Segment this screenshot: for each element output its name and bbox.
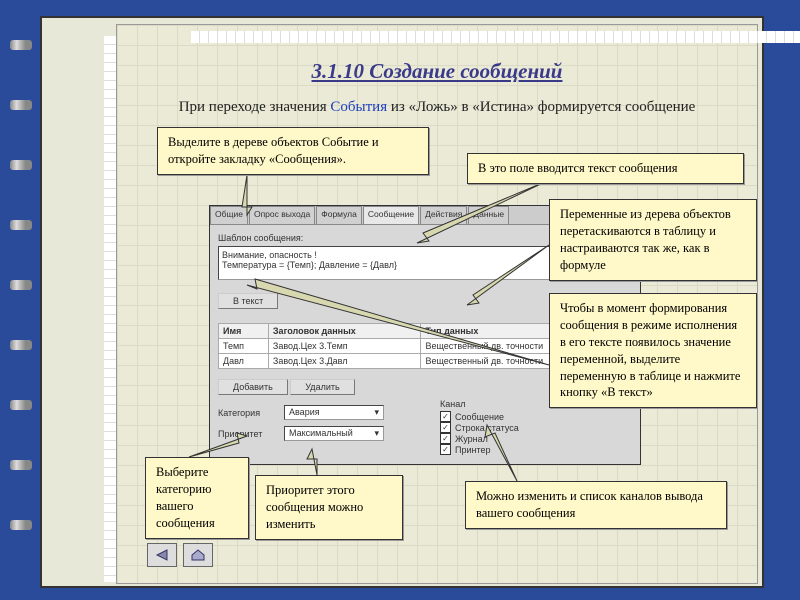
tab-formula[interactable]: Формула	[316, 206, 362, 224]
check-statusbar[interactable]: ✓Строка статуса	[440, 422, 632, 433]
category-label: Категория	[218, 408, 278, 418]
callout-message-field: В это поле вводится текст сообщения	[467, 153, 744, 184]
check-printer[interactable]: ✓Принтер	[440, 444, 632, 455]
tab-poll[interactable]: Опрос выхода	[249, 206, 315, 224]
nav-home-button[interactable]	[183, 543, 213, 567]
callout-category: Выберите категорию вашего сообщения	[145, 457, 249, 539]
event-link[interactable]: События	[330, 99, 387, 115]
nav-prev-button[interactable]	[147, 543, 177, 567]
chevron-down-icon: ▾	[374, 407, 379, 418]
page-title: 3.1.10 Создание сообщений	[117, 59, 757, 84]
callout-select-event: Выделите в дереве объектов Событие и отк…	[157, 127, 429, 175]
category-select[interactable]: Авария▾	[284, 405, 384, 420]
check-message[interactable]: ✓Сообщение	[440, 411, 632, 422]
btn-delete[interactable]: Удалить	[290, 379, 354, 395]
tab-general[interactable]: Общие	[210, 206, 248, 224]
chevron-down-icon: ▾	[374, 428, 379, 439]
priority-label: Приоритет	[218, 429, 278, 439]
callout-vtext: Чтобы в момент формирования сообщения в …	[549, 293, 757, 408]
check-journal[interactable]: ✓Журнал	[440, 433, 632, 444]
tab-data[interactable]: Данные	[468, 206, 509, 224]
btn-add[interactable]: Добавить	[218, 379, 288, 395]
btn-vtext[interactable]: В текст	[218, 293, 278, 309]
callout-priority: Приоритет этого сообщения можно изменить	[255, 475, 403, 540]
tab-message[interactable]: Сообщение	[363, 206, 419, 224]
tab-actions[interactable]: Действия	[420, 206, 467, 224]
priority-select[interactable]: Максимальный▾	[284, 426, 384, 441]
callout-variables: Переменные из дерева объектов перетаскив…	[549, 199, 757, 281]
callout-channels: Можно изменить и список каналов вывода в…	[465, 481, 727, 529]
page-subtitle: При переходе значения События из «Ложь» …	[117, 99, 757, 116]
